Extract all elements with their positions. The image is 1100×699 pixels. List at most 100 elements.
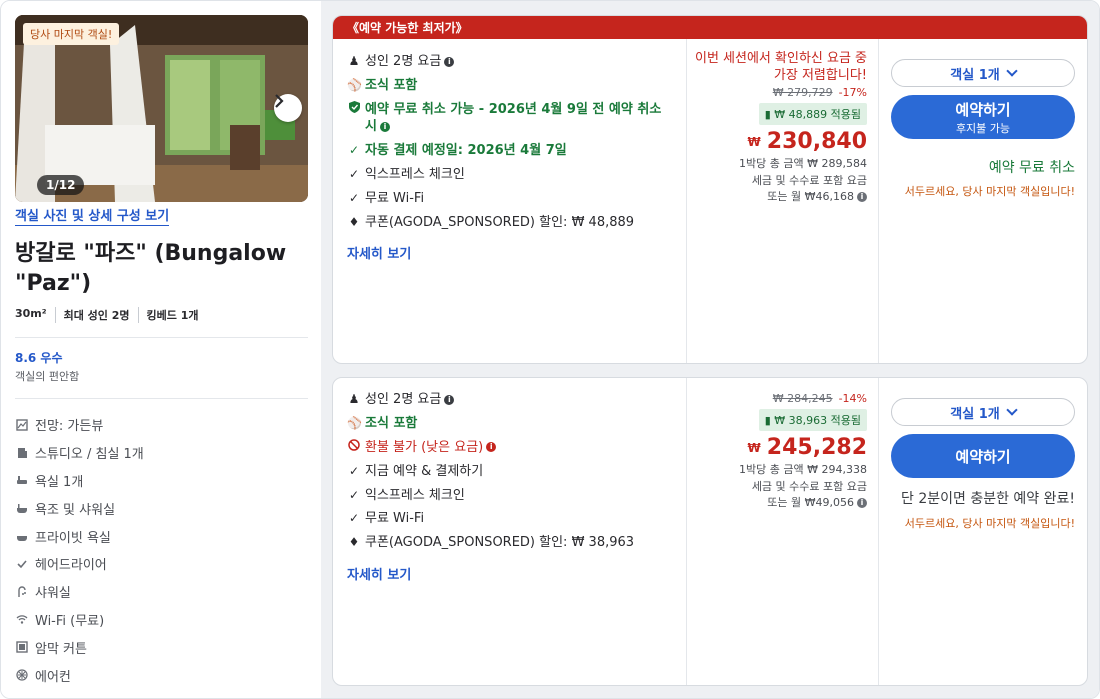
check-icon: ✓ xyxy=(348,487,360,502)
feature-row: ✓ 무료 Wi-Fi xyxy=(348,511,425,527)
price-details: 1박당 총 금액 ₩ 289,584 세금 및 수수료 포함 요금 또는 월 ₩… xyxy=(739,157,867,203)
coupon-applied-badge: ▮ ₩ 48,889 적용됨 xyxy=(758,103,867,125)
amenity-item: 욕실 1개 xyxy=(15,467,144,495)
feature-row: ✓ 무료 Wi-Fi xyxy=(348,190,425,206)
amenity-item: Wi-Fi (무료) xyxy=(15,606,144,634)
shower-icon xyxy=(15,585,29,599)
feature-row: ✓ 익스프레스 체크인 xyxy=(348,167,465,183)
room-info-panel: 당사 마지막 객실! 1/12 객실 사진 및 상세 구성 보기 방갈로 "파즈… xyxy=(1,1,321,698)
column-divider xyxy=(878,39,879,363)
info-icon[interactable]: i xyxy=(857,192,867,202)
room-occupancy: 최대 성인 2명 xyxy=(54,307,138,323)
amenity-item: 전망: 가든뷰 xyxy=(15,411,144,439)
original-price: ₩ 284,245 -14% xyxy=(772,392,867,405)
room-score-label: 객실의 편안함 xyxy=(15,370,80,383)
feature-row: ⚾ 조식 포함 xyxy=(347,77,418,93)
hurry-note: 서두르세요, 당사 마지막 객실입니다! xyxy=(904,517,1075,530)
lowest-price-banner: 《예약 가능한 최저가》 xyxy=(333,16,1087,39)
chevron-right-icon xyxy=(275,94,284,108)
chevron-down-icon xyxy=(1006,404,1018,416)
price-details: 1박당 총 금액 ₩ 294,338 세금 및 수수료 포함 요금 또는 월 ₩… xyxy=(739,463,867,509)
book-button[interactable]: 예약하기 xyxy=(891,434,1075,478)
feature-row: ♟ 성인 2명 요금 i xyxy=(347,391,677,409)
photo-counter: 1/12 xyxy=(37,175,85,195)
amenity-list: 전망: 가든뷰 스튜디오 / 침실 1개 욕실 1개 욕조 및 샤워실 프라이빗… xyxy=(15,411,144,689)
price-block: ₩ 284,245 -14% ▮ ₩ 38,963 적용됨 ₩245,282 1박… xyxy=(695,392,867,512)
feature-row: 환불 불가 (낮은 요금) i xyxy=(347,439,677,457)
original-price: ₩ 279,729 -17% xyxy=(772,86,867,99)
column-divider xyxy=(686,378,687,685)
studio-icon xyxy=(15,446,29,460)
room-bed: 킹베드 1개 xyxy=(137,307,207,323)
booking-block: 객실 1개 예약하기 단 2분이면 충분한 예약 완료! 서두르세요, 당사 마… xyxy=(891,398,1075,532)
check-icon: ✓ xyxy=(348,463,360,478)
feature-row: ♦ 쿠폰(AGODA_SPONSORED) 할인: ₩ 48,889 xyxy=(348,214,635,230)
current-price: ₩245,282 xyxy=(747,435,867,460)
person-icon: ♟ xyxy=(348,392,360,406)
room-specs: 30m² 최대 성인 2명 킹베드 1개 xyxy=(15,307,206,323)
amenity-item: 프라이빗 욕실 xyxy=(15,522,144,550)
shield-icon xyxy=(347,100,361,119)
offer-card-2: ♟ 성인 2명 요금 i ⚾ 조식 포함 환불 불가 (낮은 요금) i ✓ 지금 … xyxy=(332,377,1088,686)
feature-row: 예약 무료 취소 가능 - 2026년 4월 9일 전 예약 취소 시i xyxy=(347,100,677,136)
check-icon: ✓ xyxy=(348,511,360,526)
next-photo-button[interactable] xyxy=(274,94,302,122)
utensils-icon: ⚾ xyxy=(347,415,362,430)
check-icon xyxy=(15,557,29,571)
divider xyxy=(15,398,308,399)
feature-row: ♟ 성인 2명 요금 i xyxy=(347,53,677,71)
hurry-note: 서두르세요, 당사 마지막 객실입니다! xyxy=(904,185,1075,198)
feature-row: ⚾ 조식 포함 xyxy=(347,415,418,431)
check-icon: ✓ xyxy=(348,167,360,182)
room-title: 방갈로 "파즈" (Bungalow "Paz") xyxy=(15,241,287,296)
info-icon[interactable]: i xyxy=(444,394,455,405)
amenity-item: 샤워실 xyxy=(15,578,144,606)
room-photos-link[interactable]: 객실 사진 및 상세 구성 보기 xyxy=(15,205,170,226)
check-icon: ✓ xyxy=(348,190,360,205)
feature-row: ✓ 자동 결제 예정일: 2026년 4월 7일 xyxy=(348,143,567,159)
feature-row: ♦ 쿠폰(AGODA_SPONSORED) 할인: ₩ 38,963 xyxy=(348,535,635,551)
last-room-badge: 당사 마지막 객실! xyxy=(23,23,120,45)
info-icon[interactable]: i xyxy=(857,498,867,508)
check-icon: ✓ xyxy=(348,143,360,158)
offer-features: ♟ 성인 2명 요금 i ⚾ 조식 포함 예약 무료 취소 가능 - 2026년 … xyxy=(347,53,677,238)
column-divider xyxy=(686,39,687,363)
current-price: ₩230,840 xyxy=(747,129,867,154)
quick-booking-note: 단 2분이면 충분한 예약 완료! xyxy=(901,491,1075,507)
offer-card-1: 《예약 가능한 최저가》 ♟ 성인 2명 요금 i ⚾ 조식 포함 예약 무료 취… xyxy=(332,15,1088,364)
person-icon: ♟ xyxy=(348,54,360,68)
room-offer-panel: 당사 마지막 객실! 1/12 객실 사진 및 상세 구성 보기 방갈로 "파즈… xyxy=(0,0,1100,699)
wifi-icon xyxy=(15,612,29,626)
tag-icon: ♦ xyxy=(348,535,360,550)
column-divider xyxy=(878,378,879,685)
amenity-item: 헤어드라이어 xyxy=(15,550,144,578)
ticket-icon: ▮ xyxy=(764,108,771,121)
amenity-item: 스튜디오 / 침실 1개 xyxy=(15,439,144,467)
more-details-link[interactable]: 자세히 보기 xyxy=(347,564,411,583)
private-bath-icon xyxy=(15,529,29,543)
offer-features: ♟ 성인 2명 요금 i ⚾ 조식 포함 환불 불가 (낮은 요금) i ✓ 지금 … xyxy=(347,391,677,558)
amenity-item: 암막 커튼 xyxy=(15,633,144,661)
booking-block: 객실 1개 예약하기 후지불 가능 예약 무료 취소 서두르세요, 당사 마지막… xyxy=(891,59,1075,200)
lowest-session-alert: 이번 세션에서 확인하신 요금 중 가장 저렴합니다! xyxy=(695,51,868,83)
amenity-item: 욕조 및 샤워실 xyxy=(15,494,144,522)
bathtub-icon xyxy=(15,501,29,515)
feature-row: ✓ 지금 예약 & 결제하기 xyxy=(348,463,484,479)
coupon-applied-badge: ▮ ₩ 38,963 적용됨 xyxy=(758,409,867,431)
room-photo[interactable]: 당사 마지막 객실! 1/12 xyxy=(15,15,308,202)
more-details-link[interactable]: 자세히 보기 xyxy=(347,243,411,262)
bathroom-icon xyxy=(15,473,29,487)
price-block: 이번 세션에서 확인하신 요금 중 가장 저렴합니다! ₩ 279,729 -17… xyxy=(695,50,867,206)
info-icon[interactable]: i xyxy=(486,442,497,453)
room-count-select[interactable]: 객실 1개 xyxy=(891,59,1075,87)
book-button[interactable]: 예약하기 후지불 가능 xyxy=(891,95,1075,139)
info-icon[interactable]: i xyxy=(379,121,390,132)
divider xyxy=(15,337,308,338)
ac-icon xyxy=(15,668,29,682)
ticket-icon: ▮ xyxy=(764,414,771,427)
room-count-select[interactable]: 객실 1개 xyxy=(891,398,1075,426)
free-cancel-note: 예약 무료 취소 xyxy=(988,160,1075,176)
curtain-icon xyxy=(15,640,29,654)
info-icon[interactable]: i xyxy=(444,56,455,67)
room-score: 8.6 우수 xyxy=(15,351,63,365)
